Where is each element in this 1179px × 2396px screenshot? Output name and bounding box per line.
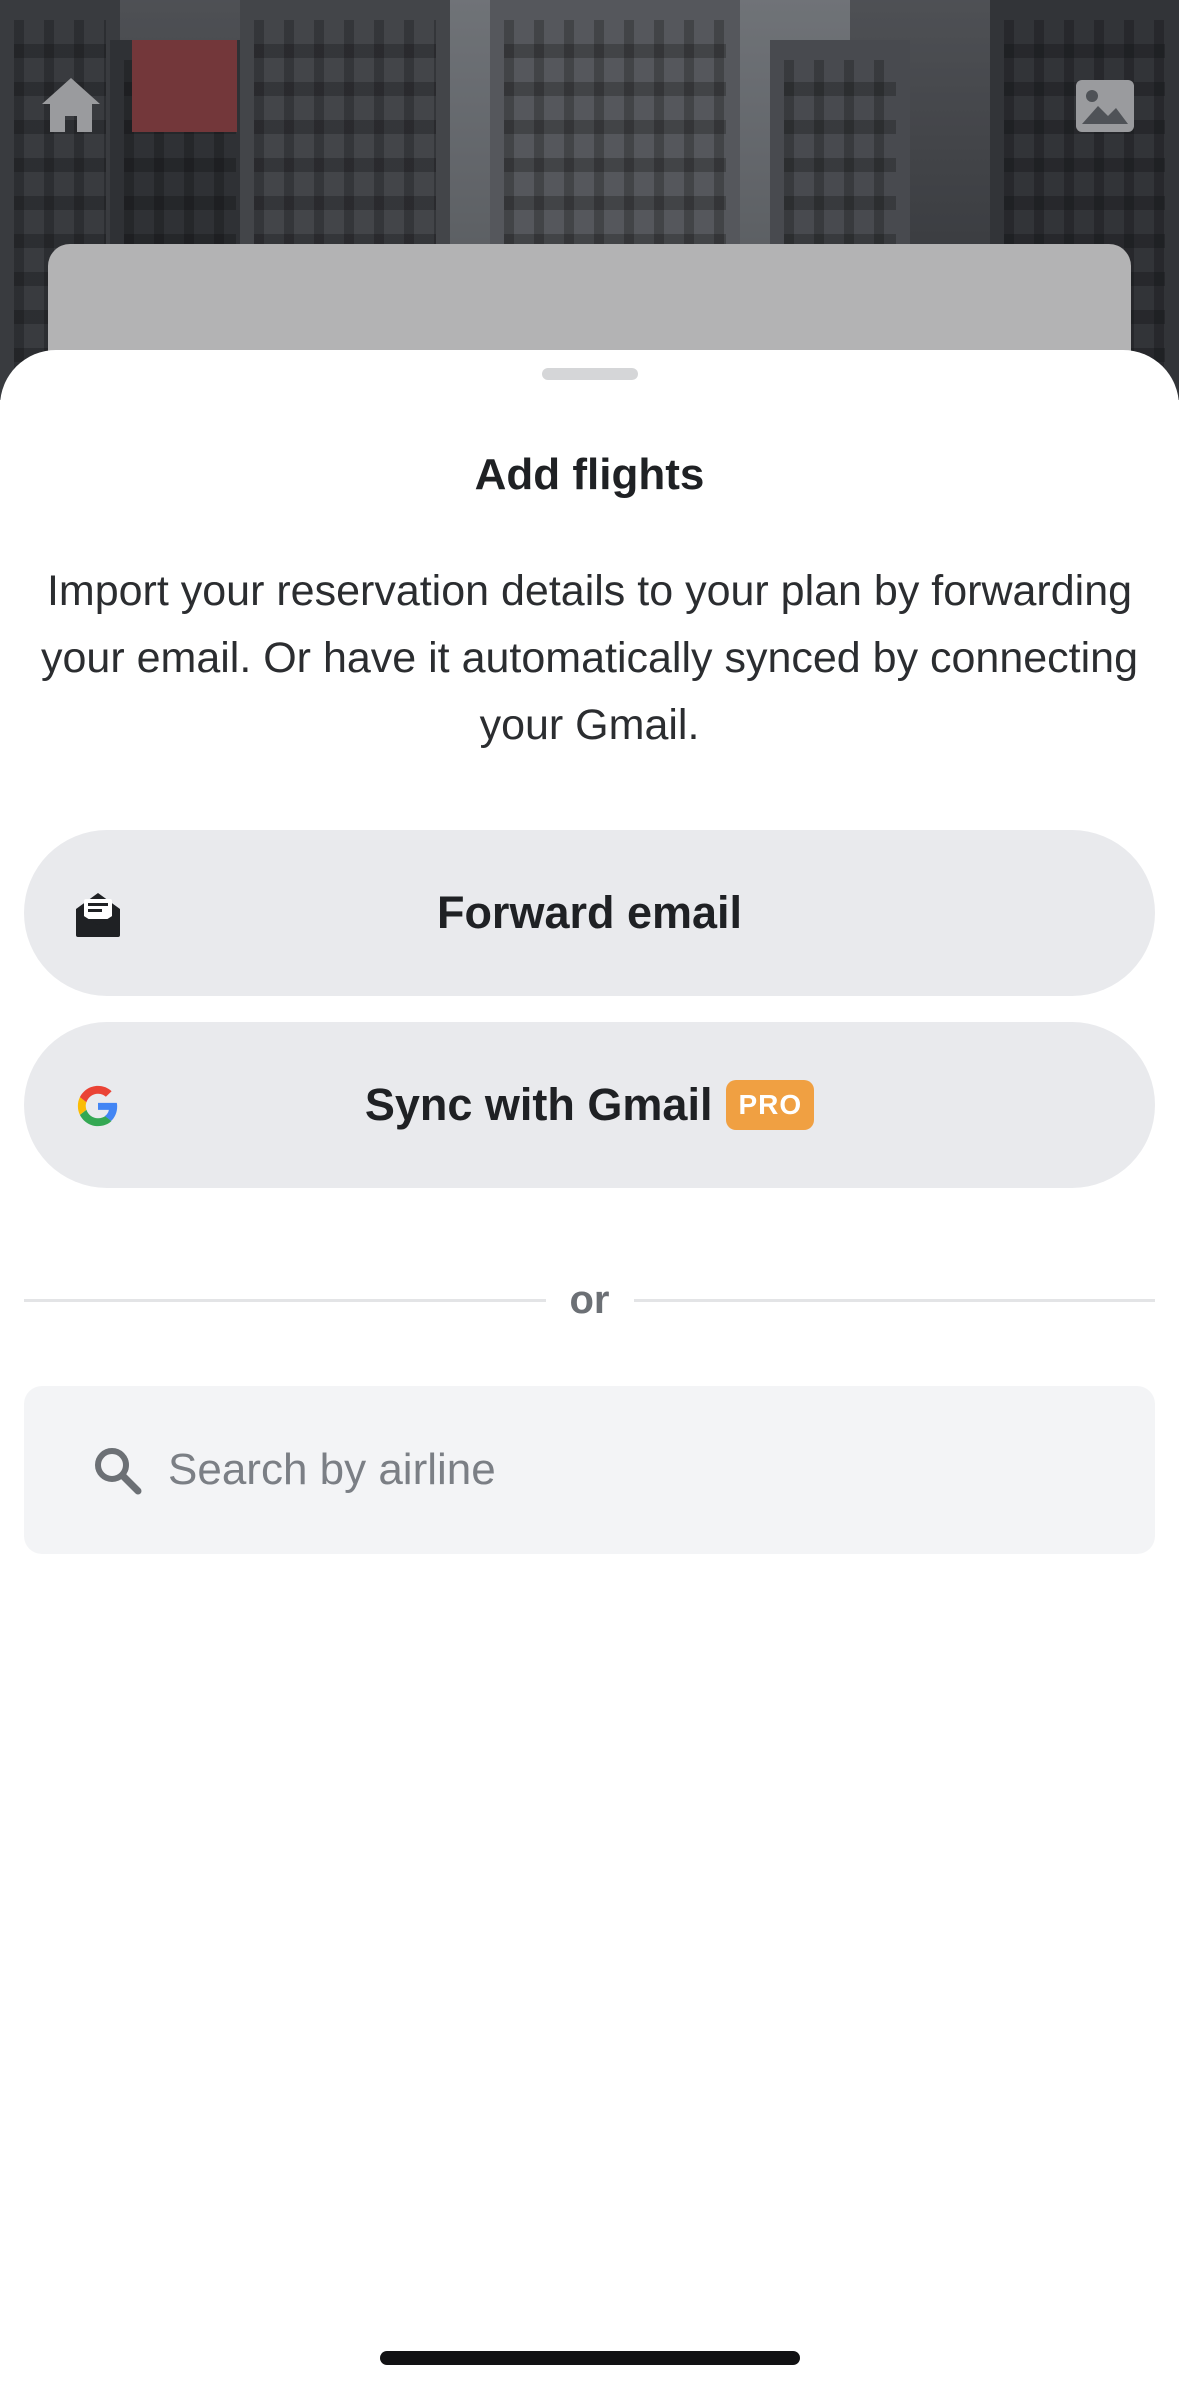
or-divider: or (24, 1270, 1155, 1330)
divider-line-left (24, 1298, 546, 1302)
sync-gmail-button[interactable]: Sync with Gmail PRO (24, 1022, 1155, 1188)
sheet-description: Import your reservation details to your … (40, 567, 1139, 749)
sheet-title: Add flights (474, 450, 705, 499)
pro-badge: PRO (726, 1080, 815, 1130)
airline-search-box[interactable] (24, 1386, 1155, 1554)
forward-email-label: Forward email (436, 887, 743, 938)
add-flights-sheet: Add flights Import your reservation deta… (0, 350, 1179, 2396)
image-icon[interactable] (1072, 76, 1138, 136)
sync-gmail-content: Sync with Gmail PRO (364, 1079, 815, 1131)
airline-search-input[interactable] (168, 1445, 1068, 1495)
google-icon (70, 1078, 126, 1134)
search-icon (90, 1443, 144, 1497)
divider-line-right (633, 1298, 1155, 1302)
divider-text: or (569, 1277, 610, 1322)
add-flights-screen: Add flights Import your reservation deta… (0, 0, 1179, 2396)
sync-gmail-label: Sync with Gmail (364, 1079, 713, 1130)
sheet-grabber[interactable] (542, 368, 638, 380)
home-indicator[interactable] (380, 2351, 800, 2365)
forward-email-button[interactable]: Forward email (24, 830, 1155, 996)
home-icon[interactable] (38, 72, 104, 138)
envelope-open-icon (70, 886, 126, 942)
